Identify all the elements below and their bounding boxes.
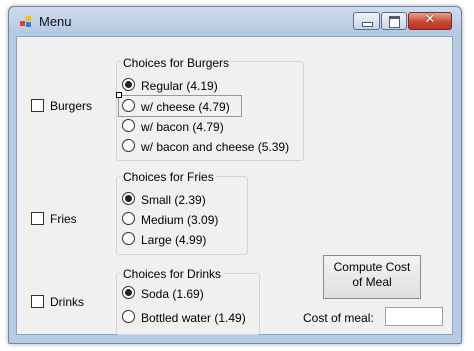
burgers-group-title: Choices for Burgers	[121, 56, 232, 70]
drinks-checkbox[interactable]	[31, 295, 44, 308]
drinks-soda-radio[interactable]	[122, 286, 135, 299]
fries-medium-radio[interactable]	[122, 212, 135, 225]
close-button[interactable]: ✕	[408, 12, 452, 30]
drinks-group-title: Choices for Drinks	[121, 267, 224, 281]
burgers-bacon-cheese-radio[interactable]	[122, 139, 135, 152]
burgers-regular-radio[interactable]	[122, 78, 135, 91]
fries-checkbox[interactable]	[31, 212, 44, 225]
burgers-checkbox-label[interactable]: Burgers	[50, 99, 92, 113]
compute-cost-line2: of Meal	[352, 275, 392, 289]
selection-handle[interactable]	[116, 92, 122, 98]
burgers-bacon-label[interactable]: w/ bacon (4.79)	[141, 120, 224, 134]
fries-large-label[interactable]: Large (4.99)	[141, 233, 206, 247]
compute-cost-button[interactable]: Compute Cost of Meal	[323, 255, 421, 299]
title-bar[interactable]: Menu ✕	[9, 7, 461, 35]
app-icon	[20, 16, 32, 27]
burgers-cheese-label[interactable]: w/ cheese (4.79)	[141, 100, 230, 114]
drinks-checkbox-label[interactable]: Drinks	[50, 295, 84, 309]
drinks-water-radio[interactable]	[122, 310, 135, 323]
drinks-group	[116, 273, 260, 335]
drinks-water-label[interactable]: Bottled water (1.49)	[141, 311, 246, 325]
maximize-button[interactable]	[381, 12, 407, 30]
fries-small-label[interactable]: Small (2.39)	[141, 193, 206, 207]
burgers-regular-label[interactable]: Regular (4.19)	[141, 79, 218, 93]
minimize-button[interactable]	[353, 12, 380, 30]
fries-checkbox-label[interactable]: Fries	[50, 212, 77, 226]
burgers-bacon-radio[interactable]	[122, 119, 135, 132]
burgers-cheese-radio[interactable]	[122, 99, 135, 112]
form-client-area: Burgers Choices for Burgers Regular (4.1…	[16, 36, 453, 335]
burgers-checkbox[interactable]	[31, 99, 44, 112]
menu-window: Menu ✕ Burgers Choices for Burgers Regul…	[8, 6, 462, 344]
fries-medium-label[interactable]: Medium (3.09)	[141, 213, 218, 227]
cost-of-meal-field[interactable]	[385, 307, 443, 326]
compute-cost-line1: Compute Cost	[333, 260, 411, 274]
window-title: Menu	[39, 14, 72, 29]
drinks-soda-label[interactable]: Soda (1.69)	[141, 287, 204, 301]
burgers-bacon-cheese-label[interactable]: w/ bacon and cheese (5.39)	[141, 140, 289, 154]
close-icon: ✕	[424, 12, 436, 27]
cost-of-meal-label: Cost of meal:	[303, 311, 374, 325]
fries-group-title: Choices for Fries	[121, 170, 216, 184]
fries-large-radio[interactable]	[122, 232, 135, 245]
fries-small-radio[interactable]	[122, 192, 135, 205]
maximize-icon	[389, 16, 400, 28]
minimize-icon	[362, 22, 373, 27]
